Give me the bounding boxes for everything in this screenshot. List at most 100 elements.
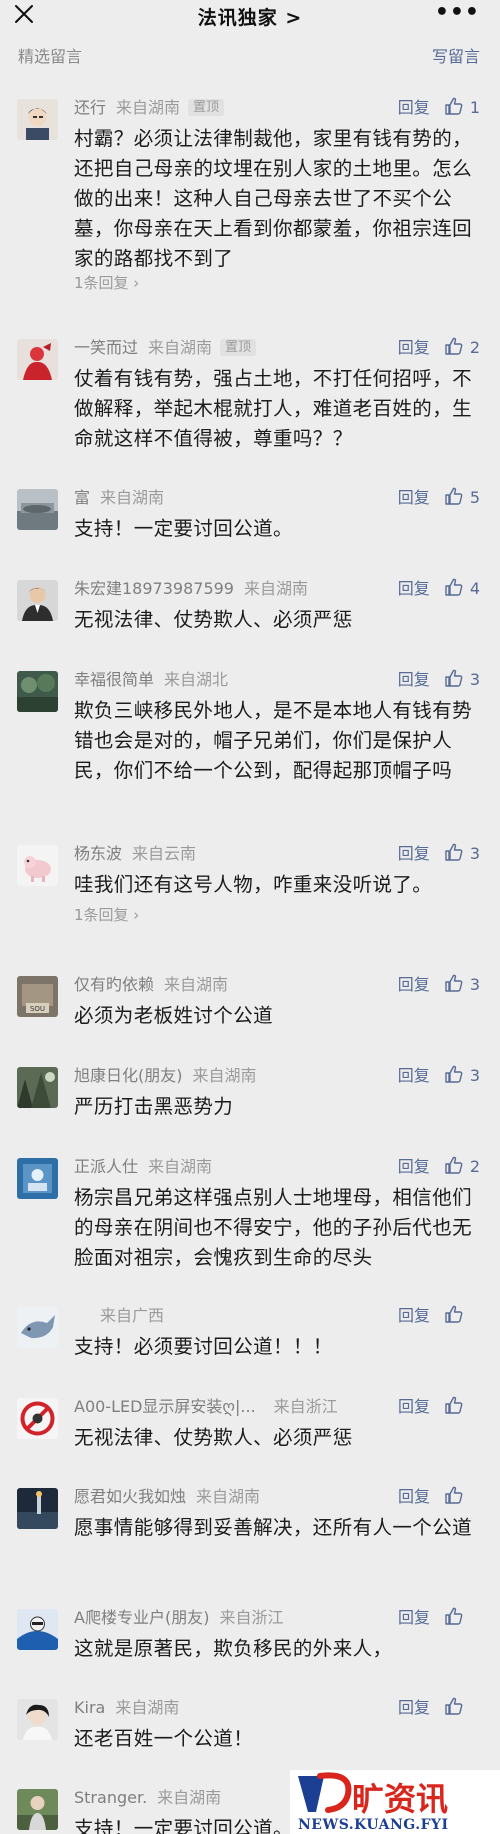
avatar[interactable] xyxy=(17,1488,58,1529)
avatar[interactable] xyxy=(17,489,58,530)
comment-item: 愿君如火我如烛 来自湖南 回复 愿事情能够得到妥善解决，还所有人一个公道 xyxy=(0,1471,500,1591)
comment-actions: 回复 3 xyxy=(398,666,480,690)
comment-meta: 还行 来自湖南 置顶 xyxy=(74,94,225,117)
comment-nickname[interactable]: 富 xyxy=(74,488,90,507)
thumbs-up-icon[interactable] xyxy=(444,842,464,862)
reply-button[interactable]: 回复 xyxy=(398,1694,430,1718)
comment-location: 来自湖南 xyxy=(148,1157,213,1176)
comment-item: Kira 来自湖南 回复 还老百姓一个公道！ xyxy=(0,1682,500,1772)
comment-nickname[interactable]: Kira xyxy=(74,1698,105,1717)
comment-meta: 幸福很简单 来自湖北 xyxy=(74,666,228,689)
page-title[interactable]: 法讯独家 > xyxy=(0,3,500,30)
comment-nickname[interactable]: 还行 xyxy=(74,98,106,117)
comment-item: 幸福很简单 来自湖北 回复 3 欺负三峡移民外地人，是不是本地人有钱有势错也会是对的… xyxy=(0,654,500,824)
comment-meta: 旭康日化(朋友) 来自湖南 xyxy=(74,1062,257,1085)
write-comment-link[interactable]: 写留言 xyxy=(432,43,480,67)
avatar[interactable] xyxy=(17,1699,58,1740)
reply-button[interactable]: 回复 xyxy=(398,94,430,118)
comment-text: 严历打击黑恶势力 xyxy=(74,1095,234,1118)
watermark-site: NEWS.KUANG.FYI xyxy=(298,1817,449,1833)
comment-nickname[interactable]: Stranger. xyxy=(74,1788,147,1807)
thumbs-up-icon[interactable] xyxy=(444,1064,464,1084)
avatar[interactable] xyxy=(17,1609,58,1650)
comment-meta: 杨东波 来自云南 xyxy=(74,840,196,863)
comment-item: 还行 来自湖南 置顶 回复 1 村霸？必须让法律制裁他，家里有钱有势的，还把自己母亲的… xyxy=(0,82,500,302)
more-menu-icon[interactable]: ••• xyxy=(435,0,480,25)
like-count: 3 xyxy=(469,844,480,863)
comments-section-header: 精选留言 写留言 xyxy=(0,40,500,70)
comment-text: 杨宗昌兄弟这样强点别人士地埋母，相信他们的母亲在阴间也不得安宁，他的子孙后代也无… xyxy=(74,1186,473,1269)
comment-text: 支持！必须要讨回公道！！！ xyxy=(74,1335,333,1358)
reply-button[interactable]: 回复 xyxy=(398,1153,430,1177)
reply-button[interactable]: 回复 xyxy=(398,1393,430,1417)
comment-location: 来自浙江 xyxy=(273,1397,338,1416)
reply-button[interactable]: 回复 xyxy=(398,1062,430,1086)
avatar[interactable] xyxy=(17,339,58,380)
comment-nickname[interactable]: 仅有旳依赖 xyxy=(74,975,154,994)
comment-location: 来自湖南 xyxy=(164,975,229,994)
thumbs-up-icon[interactable] xyxy=(444,1606,464,1626)
comment-nickname[interactable]: 旭康日化(朋友) xyxy=(74,1066,183,1085)
reply-button[interactable]: 回复 xyxy=(398,666,430,690)
avatar[interactable] xyxy=(17,845,58,886)
reply-button[interactable]: 回复 xyxy=(398,1604,430,1628)
comment-actions: 回复 1 xyxy=(398,94,480,118)
comment-meta: 朱宏建18973987599 来自湖南 xyxy=(74,575,308,598)
comment-nickname[interactable]: 一笑而过 xyxy=(74,338,138,357)
comment-meta: 正派人仕 来自湖南 xyxy=(74,1153,213,1176)
thumbs-up-icon[interactable] xyxy=(444,973,464,993)
comment-text: 无视法律、仗势欺人、必须严惩 xyxy=(74,1426,353,1449)
thumbs-up-icon[interactable] xyxy=(444,1304,464,1324)
comment-location: 来自广西 xyxy=(100,1306,165,1325)
comment-nickname[interactable]: A00-LED显示屏安装ღ|... xyxy=(74,1397,256,1416)
comment-actions: 回复 2 xyxy=(398,334,480,358)
avatar[interactable] xyxy=(17,671,58,712)
thumbs-up-icon[interactable] xyxy=(444,668,464,688)
svg-text:SOU: SOU xyxy=(30,1005,45,1013)
avatar[interactable] xyxy=(17,1398,58,1439)
reply-button[interactable]: 回复 xyxy=(398,840,430,864)
avatar[interactable] xyxy=(17,99,58,140)
comment-nickname[interactable]: 朱宏建18973987599 xyxy=(74,579,234,598)
avatar[interactable] xyxy=(17,580,58,621)
avatar[interactable]: SOU xyxy=(17,976,58,1017)
comment-text: 这就是原著民，欺负移民的外来人， xyxy=(74,1637,393,1660)
comment-item: A00-LED显示屏安装ღ|... 来自浙江 回复 无视法律、仗势欺人、必须严惩 xyxy=(0,1381,500,1471)
comment-meta: Kira 来自湖南 xyxy=(74,1694,179,1717)
thumbs-up-icon[interactable] xyxy=(444,1395,464,1415)
comment-actions: 回复 5 xyxy=(398,484,480,508)
reply-button[interactable]: 回复 xyxy=(398,971,430,995)
avatar[interactable] xyxy=(17,1158,58,1199)
comment-text: 哇我们还有这号人物，咋重来没听说了。 xyxy=(74,873,433,896)
reply-button[interactable]: 回复 xyxy=(398,575,430,599)
thumbs-up-icon[interactable] xyxy=(444,336,464,356)
thumbs-up-icon[interactable] xyxy=(444,1696,464,1716)
comment-nickname[interactable]: 杨东波 xyxy=(74,844,122,863)
reply-button[interactable]: 回复 xyxy=(398,484,430,508)
view-replies-link[interactable]: 1条回复 › xyxy=(74,272,139,293)
like-count: 5 xyxy=(469,488,480,507)
view-replies-link[interactable]: 1条回复 › xyxy=(74,904,139,925)
thumbs-up-icon[interactable] xyxy=(444,577,464,597)
reply-button[interactable]: 回复 xyxy=(398,334,430,358)
comment-nickname[interactable]: 幸福很简单 xyxy=(74,670,154,689)
reply-button[interactable]: 回复 xyxy=(398,1302,430,1326)
thumbs-up-icon[interactable] xyxy=(444,96,464,116)
comment-actions: 回复 xyxy=(398,1694,480,1718)
reply-button[interactable]: 回复 xyxy=(398,1483,430,1507)
like-count: 3 xyxy=(469,670,480,689)
watermark-graphic: 旷资讯 NEWS.KUANG.FYI xyxy=(290,1770,500,1834)
comment-meta: 仅有旳依赖 来自湖南 xyxy=(74,971,229,994)
comment-nickname[interactable]: 正派人仕 xyxy=(74,1157,138,1176)
comment-nickname[interactable]: A爬楼专业户(朋友) xyxy=(74,1608,209,1627)
like-count: 1 xyxy=(469,98,480,117)
thumbs-up-icon[interactable] xyxy=(444,1485,464,1505)
like-count: 2 xyxy=(469,338,480,357)
thumbs-up-icon[interactable] xyxy=(444,486,464,506)
avatar[interactable] xyxy=(17,1789,58,1830)
pinned-badge: 置顶 xyxy=(188,99,225,116)
avatar[interactable] xyxy=(17,1307,58,1348)
comment-nickname[interactable]: 愿君如火我如烛 xyxy=(74,1487,186,1506)
thumbs-up-icon[interactable] xyxy=(444,1155,464,1175)
avatar[interactable] xyxy=(17,1067,58,1108)
